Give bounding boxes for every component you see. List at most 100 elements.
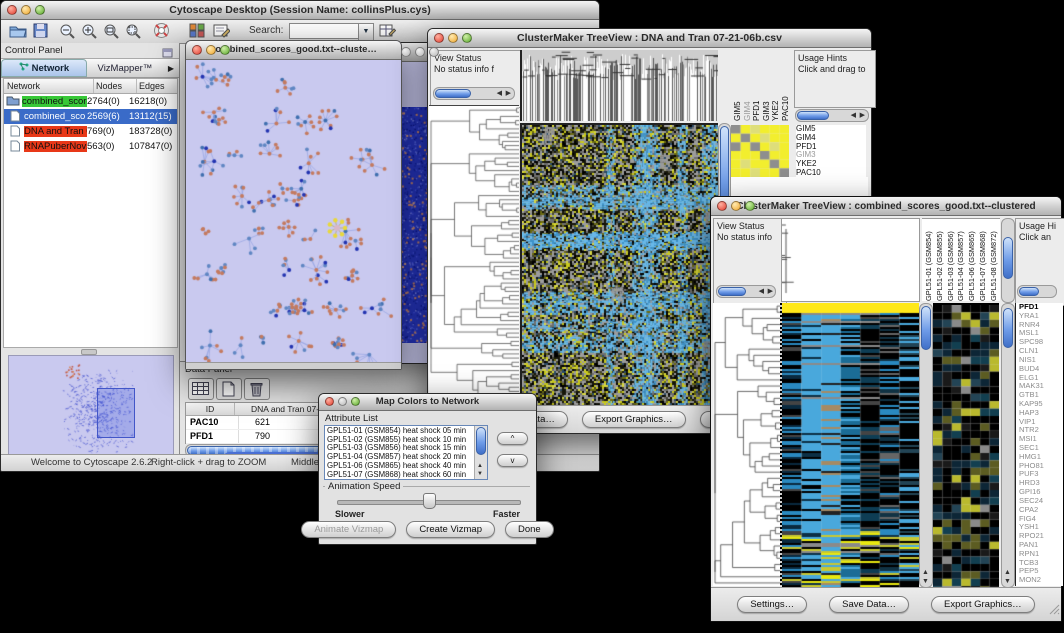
open-folder-icon[interactable] [9,23,27,43]
tv1-column-label[interactable]: GIM4 [743,50,753,121]
donebutton[interactable]: Done [505,521,554,538]
attribute-item[interactable]: GPL51-01 (GSM854) heat shock 05 min [327,427,474,436]
network-table-row[interactable]: DNA and Tran 07769(0)183728(0) [4,124,177,139]
tv2-row-dendrogram[interactable] [713,303,780,586]
minimize-button[interactable] [338,397,347,406]
minimize-button[interactable] [21,5,31,15]
help-lifering-icon[interactable] [153,22,170,44]
tv2-hints-hscrollbar[interactable] [1017,285,1057,298]
attribute-item[interactable]: GPL51-04 (GSM857) heat shock 20 min [327,453,474,462]
attribute-list-vscrollbar[interactable]: ▲ ▼ [474,426,487,479]
gene-label[interactable]: MON2 [1019,576,1063,585]
tv2-action-button[interactable]: Settings… [737,596,807,613]
birdseye-viewport-rect[interactable] [97,388,135,438]
tv2-column-label[interactable]: GPL51-02 (GSM855) [935,219,944,301]
tv1-row-labels[interactable]: GIM5GIM4PFD1GIM3YKE2PAC10 [796,125,866,179]
table-view-button[interactable] [188,378,214,400]
zoom-selected-icon[interactable] [103,23,119,44]
zoom-button[interactable] [220,45,230,55]
minimize-button[interactable] [448,33,458,43]
tv1-status-hscrollbar[interactable]: ◀ ▶ [433,87,515,100]
save-icon[interactable] [33,23,48,43]
tv2-column-dendrogram[interactable] [781,218,920,302]
move-down-button[interactable]: v [497,454,528,467]
tv2-overview-vscrollbar[interactable]: ▲ ▼ [1001,303,1015,588]
close-button[interactable] [325,397,334,406]
nodes-count: 769(0) [87,126,129,137]
zoom-fit-icon[interactable] [125,23,141,44]
close-button[interactable] [7,5,17,15]
tv1-row-dendrogram[interactable] [429,105,519,406]
close-button[interactable] [401,47,411,57]
tv2-column-label[interactable]: GPL51-08 (GSM872) [989,219,998,301]
tab-network[interactable]: Network [1,59,87,77]
tv2-heatmap-vscrollbar[interactable]: ▲ ▼ [919,303,933,588]
minimize-button[interactable] [731,201,741,211]
resize-grip[interactable] [1048,602,1060,620]
treeview2-title-bar[interactable]: ClusterMaker TreeView : combined_scores_… [711,197,1061,216]
network-view-title-bar[interactable]: combined_scores_good.txt--cluste… [186,41,401,60]
tv2-column-label[interactable]: GPL51-03 (GSM856) [946,219,955,301]
attribute-item[interactable]: GPL51-06 (GSM865) heat shock 40 min [327,462,474,471]
tab-overflow-arrow[interactable]: ▶ [163,59,179,77]
tv2-column-label[interactable]: GPL51-04 (GSM857) [956,219,965,301]
zoom-button[interactable] [429,47,439,57]
speed-slider-thumb[interactable] [423,493,436,509]
search-input[interactable] [289,23,359,39]
close-button[interactable] [717,201,727,211]
zoom-button[interactable] [745,201,755,211]
attribute-item[interactable]: GPL51-03 (GSM856) heat shock 15 min [327,444,474,453]
network-table-row[interactable]: RNAPuberNov2+563(0)107847(0) [4,139,177,154]
tv1-heatmap[interactable] [520,123,718,407]
tv2-labels-vscrollbar[interactable] [1001,218,1015,303]
tv2-column-label[interactable]: GPL51-01 (GSM854) [924,219,933,301]
main-title-bar[interactable]: Cytoscape Desktop (Session Name: collins… [1,1,599,20]
tv2-gene-list[interactable]: PFD1YRA1RNR4MSL1SPC98CLN1NIS1BUD4ELG1MAK… [1015,303,1063,586]
close-button[interactable] [434,33,444,43]
animate-vizmapbutton[interactable]: Animate Vizmap [301,521,396,538]
dialog-title-bar[interactable]: Map Colors to Network [319,394,536,411]
attribute-item[interactable]: GPL51-02 (GSM855) heat shock 10 min [327,436,474,445]
zoom-out-icon[interactable] [59,23,75,44]
attribute-list[interactable]: GPL51-01 (GSM854) heat shock 05 minGPL51… [324,425,488,480]
tv2-status-hscrollbar[interactable]: ◀ ▶ [716,285,776,298]
tv1-hints-hscrollbar[interactable]: ◀ ▶ [795,109,869,122]
tv1-column-label[interactable]: GIM5 [733,50,743,121]
minimize-button[interactable] [206,45,216,55]
delete-attribute-button[interactable] [244,378,270,400]
tv1-column-labels[interactable]: GIM5GIM4PFD1GIM3YKE2PAC10 [733,50,791,121]
tv1-column-label[interactable]: PAC10 [781,50,791,121]
move-up-button[interactable]: ^ [497,432,528,445]
zoom-button[interactable] [462,33,472,43]
tv2-overview-heatmap[interactable] [933,303,999,588]
tv2-heatmap[interactable] [782,303,919,587]
search-dropdown-button[interactable]: ▼ [358,23,374,41]
new-attribute-button[interactable] [216,378,242,400]
tab-vizmapper[interactable]: VizMapper™ [87,59,163,77]
tv1-column-label[interactable]: PFD1 [752,50,762,121]
tv2-action-button[interactable]: Save Data… [829,596,909,613]
zoom-button[interactable] [351,397,360,406]
attribute-item[interactable]: GPL51-07 (GSM868) heat shock 60 min [327,471,474,480]
network-canvas[interactable] [187,60,400,363]
tv2-column-labels[interactable]: GPL51-01 (GSM854)GPL51-02 (GSM855)GPL51-… [922,218,1000,301]
close-button[interactable] [192,45,202,55]
birdseye-view[interactable] [8,355,174,465]
network-table-header[interactable]: Network Nodes Edges [4,79,177,94]
zoom-in-icon[interactable] [81,23,97,44]
network-table-row[interactable]: combined_scores2764(0)16218(0) [4,94,177,109]
create-vizmapbutton[interactable]: Create Vizmap [406,521,495,538]
minimize-button[interactable] [415,47,425,57]
tv2-column-label[interactable]: GPL51-07 (GSM868) [978,219,987,301]
tv1-overview-matrix[interactable] [731,125,789,177]
tv2-column-label[interactable]: GPL51-06 (GSM865) [967,219,976,301]
tv2-action-button[interactable]: Export Graphics… [931,596,1035,613]
edges-count: 16218(0) [129,96,177,107]
zoom-button[interactable] [35,5,45,15]
tv1-column-dendrogram[interactable] [520,50,718,121]
tv1-column-label[interactable]: YKE2 [771,50,781,121]
network-table-row[interactable]: combined_sco2569(6)13112(15) [4,109,177,124]
tv1-column-label[interactable]: GIM3 [762,50,772,121]
tv1-action-button[interactable]: Export Graphics… [582,411,686,428]
treeview1-title-bar[interactable]: ClusterMaker TreeView : DNA and Tran 07-… [428,29,871,48]
